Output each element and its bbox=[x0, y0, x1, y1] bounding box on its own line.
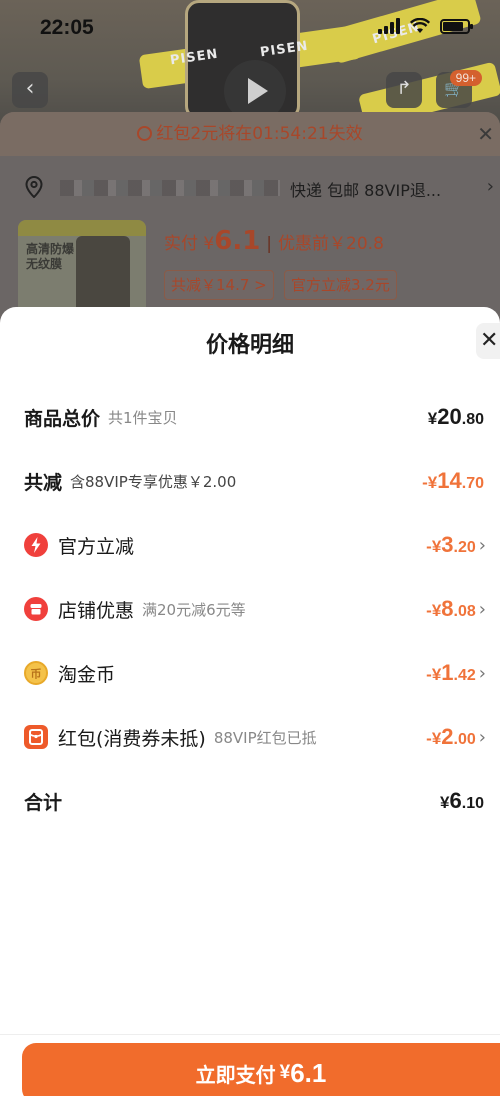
share-icon[interactable]: ↱ bbox=[386, 72, 422, 108]
row-sub: 共1件宝贝 bbox=[108, 408, 178, 427]
pay-bar: 立即支付 ¥ 6.1 bbox=[0, 1034, 500, 1096]
row-label: 合计 bbox=[24, 791, 63, 814]
row-amount: -¥ 3.20 bbox=[426, 532, 476, 557]
close-button[interactable]: ✕ bbox=[476, 323, 500, 359]
pay-now-button[interactable]: 立即支付 ¥ 6.1 bbox=[22, 1043, 500, 1096]
back-button[interactable]: ‹ bbox=[12, 72, 48, 108]
row-label: 淘金币 bbox=[58, 663, 116, 686]
svg-text:币: 币 bbox=[31, 668, 42, 681]
cart-count-badge: 99+ bbox=[449, 70, 482, 86]
total-reduction-chip[interactable]: 共减￥14.7 > bbox=[164, 270, 274, 300]
row-label: 商品总价 bbox=[24, 407, 101, 430]
row-label: 店铺优惠 bbox=[58, 599, 135, 622]
address-row[interactable]: 快递 包邮 88VIP退... › bbox=[0, 168, 500, 208]
pay-button-currency: ¥ bbox=[279, 1062, 291, 1083]
wifi-icon bbox=[410, 18, 430, 33]
row-official-discount[interactable]: 官方立减 -¥ 3.20 › bbox=[0, 525, 500, 565]
row-grand-total: 合计 ¥6.10 bbox=[0, 781, 500, 821]
row-sub: 含88VIP专享优惠￥2.00 bbox=[70, 472, 237, 491]
row-amount: -¥ 1.42 bbox=[426, 660, 476, 685]
status-bar: 22:05 bbox=[0, 0, 500, 56]
sheet-title: 价格明细 bbox=[205, 333, 294, 358]
order-summary-card: 红包2元将在01:54:21失效 ✕ 快递 包邮 88VIP退... › 高清防… bbox=[0, 112, 500, 332]
row-label: 红包(消费券未抵) bbox=[58, 727, 206, 750]
chevron-right-icon: › bbox=[478, 534, 486, 556]
row-amount: ¥6.10 bbox=[440, 788, 484, 813]
pay-button-label: 立即支付 bbox=[195, 1062, 276, 1087]
product-thumb-text: 高清防爆 无纹膜 bbox=[26, 242, 75, 271]
row-amount: -¥ 8.08 bbox=[426, 596, 476, 621]
chevron-right-icon: › bbox=[478, 598, 486, 620]
chevron-right-icon: › bbox=[486, 176, 494, 197]
battery-icon bbox=[440, 18, 473, 34]
row-red-packet[interactable]: 红包(消费券未抵) 88VIP红包已抵 -¥ 2.00 › bbox=[0, 717, 500, 757]
row-sub: 88VIP红包已抵 bbox=[213, 728, 317, 747]
product-thumbnail: 高清防爆 无纹膜 bbox=[18, 220, 146, 320]
clock-icon bbox=[137, 126, 153, 141]
row-amount: ¥20.80 bbox=[427, 404, 484, 429]
shop-icon bbox=[24, 597, 48, 621]
coupon-expiry-banner: 红包2元将在01:54:21失效 ✕ bbox=[0, 112, 500, 156]
row-label: 共减 bbox=[24, 471, 63, 494]
status-icons bbox=[378, 18, 473, 34]
lightning-icon bbox=[24, 533, 48, 557]
red-packet-icon bbox=[24, 725, 48, 749]
row-total-reduction: 共减 含88VIP专享优惠￥2.00 -¥ 14.70 bbox=[0, 461, 500, 501]
address-redacted bbox=[60, 180, 280, 196]
official-discount-chip: 官方立减3.2元 bbox=[284, 270, 397, 300]
row-amount: -¥ 14.70 bbox=[422, 468, 484, 493]
row-shop-discount[interactable]: 店铺优惠 满20元减6元等 -¥ 8.08 › bbox=[0, 589, 500, 629]
row-taobao-coins[interactable]: 币 淘金币 -¥ 1.42 › bbox=[0, 653, 500, 693]
row-amount: -¥ 2.00 bbox=[426, 724, 476, 749]
status-time: 22:05 bbox=[40, 16, 94, 39]
shipping-info: 快递 包邮 88VIP退... bbox=[290, 181, 442, 200]
pay-button-amount: 6.1 bbox=[290, 1057, 327, 1088]
location-pin-icon bbox=[25, 176, 43, 198]
close-icon[interactable]: ✕ bbox=[477, 112, 494, 156]
row-goods-total: 商品总价 共1件宝贝 ¥20.80 bbox=[0, 397, 500, 437]
signal-icon bbox=[378, 18, 400, 34]
row-label: 官方立减 bbox=[58, 535, 135, 558]
coin-icon: 币 bbox=[24, 661, 48, 685]
price-detail-sheet: 价格明细 ✕ 商品总价 共1件宝贝 ¥20.80 共减 含88VIP专享优惠￥2… bbox=[0, 307, 500, 1096]
chevron-right-icon: › bbox=[478, 726, 486, 748]
row-sub: 满20元减6元等 bbox=[142, 600, 246, 619]
chevron-right-icon: › bbox=[478, 662, 486, 684]
actual-pay-line: 实付 ¥6.1 | 优惠前￥20.8 bbox=[164, 226, 384, 256]
